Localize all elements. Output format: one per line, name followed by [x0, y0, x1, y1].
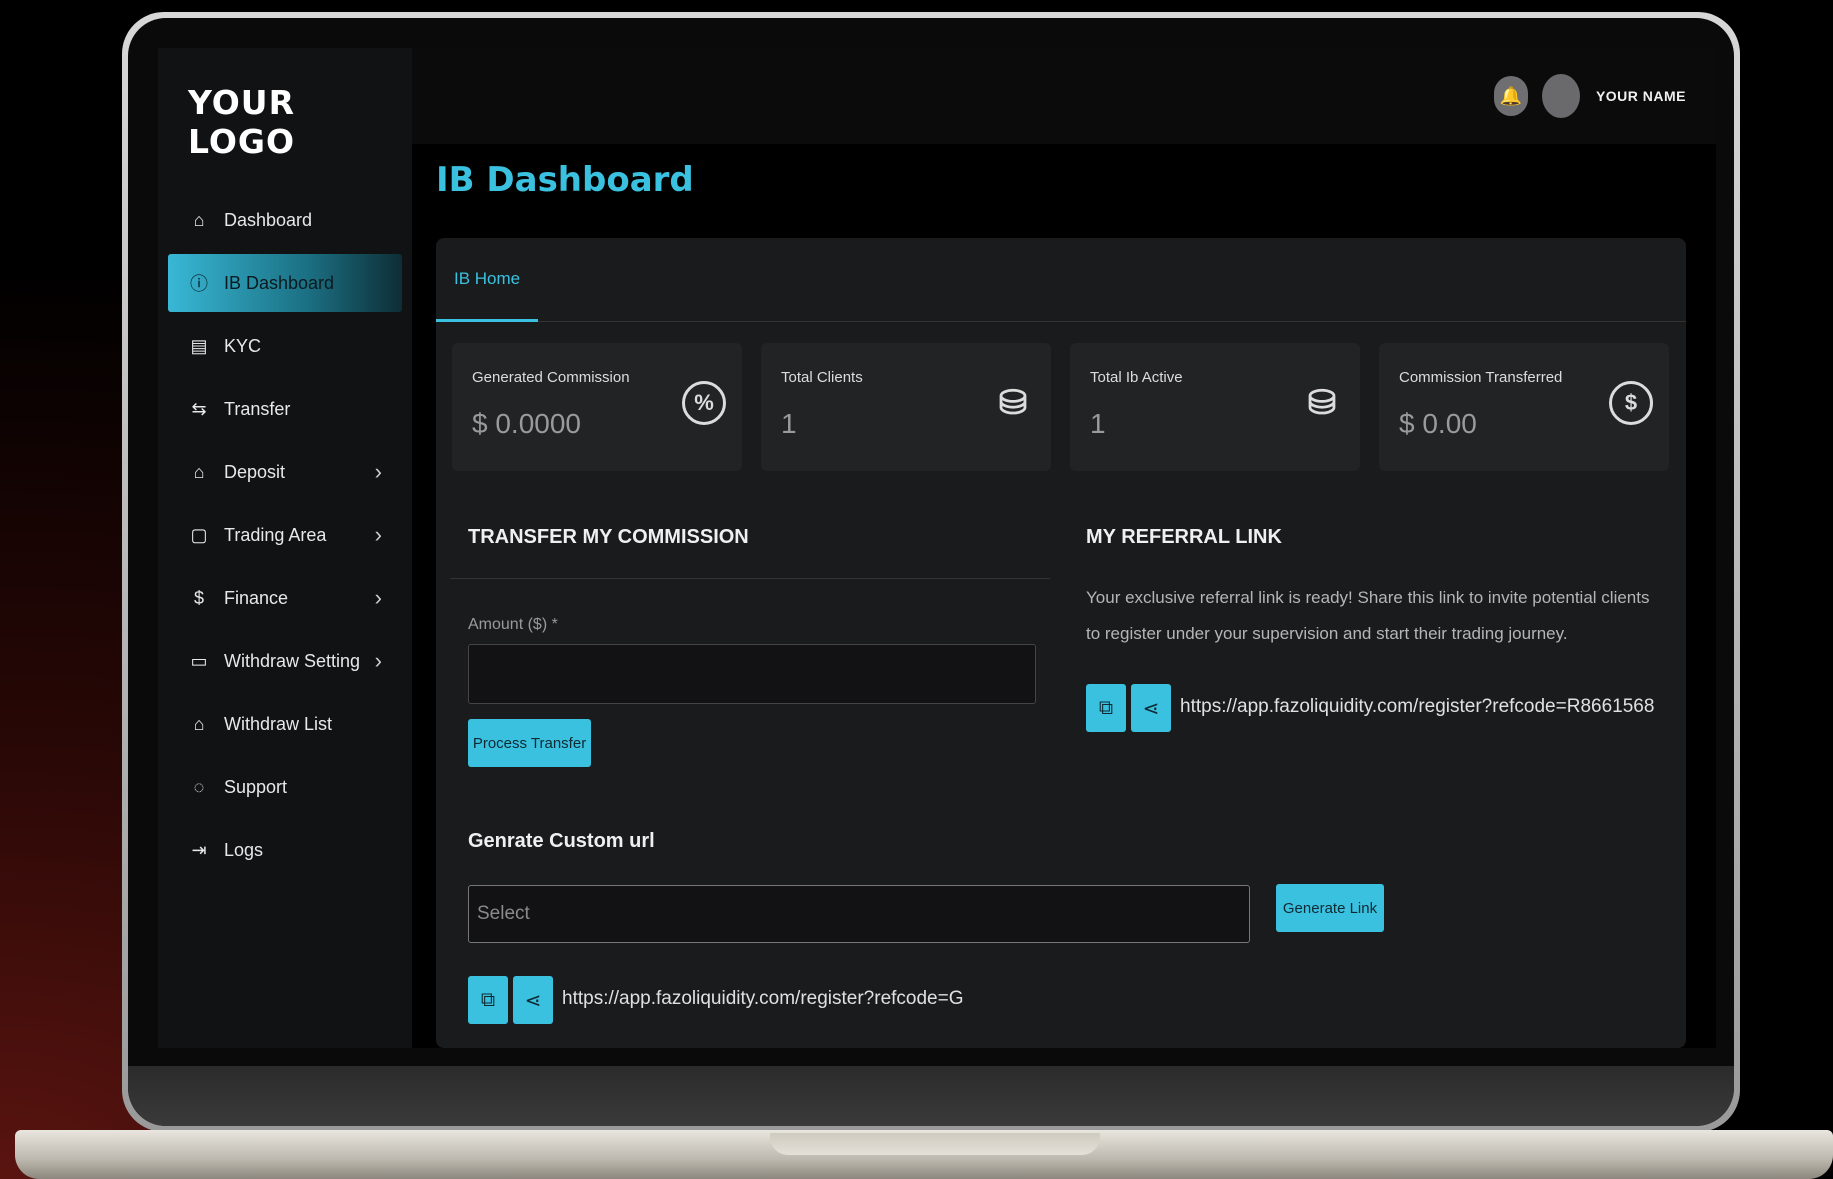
stat-label: Total Clients [781, 369, 863, 386]
sidebar-item-withdraw-list[interactable]: ⌂ Withdraw List [168, 695, 402, 753]
bank-icon: ⌂ [193, 461, 205, 482]
stat-card-total-clients: Total Clients 1 ⛁ [761, 343, 1051, 471]
chevron-right-icon: › [374, 459, 382, 484]
dollar-icon: $ [193, 587, 204, 608]
transfer-icon: ⇆ [191, 398, 207, 419]
app-logo: YOUR LOGO [188, 83, 296, 161]
sidebar-item-deposit[interactable]: ⌂ Deposit › [168, 443, 402, 501]
copy-icon[interactable]: ⧉ [468, 976, 508, 1024]
sidebar: YOUR LOGO ⌂ Dashboard ⓘ IB Dashboard ▤ K… [158, 48, 412, 1048]
sidebar-item-label: Deposit [224, 461, 286, 482]
sidebar-item-support[interactable]: ◌ Support [168, 758, 402, 816]
sidebar-item-label: Support [224, 776, 288, 797]
ib-home-card: IB Home Generated Commission $ 0.0000 % … [436, 238, 1686, 1048]
hand-money-icon: ⛁ [998, 384, 1028, 422]
home-icon: ⌂ [193, 209, 205, 230]
amount-input[interactable] [468, 644, 1036, 704]
stat-card-total-ib-active: Total Ib Active 1 ⛁ [1070, 343, 1360, 471]
sidebar-item-label: Finance [224, 587, 289, 608]
amount-label: Amount ($) * [468, 616, 558, 633]
generate-link-button[interactable]: Generate Link [1276, 884, 1384, 932]
chevron-right-icon: › [374, 585, 382, 610]
tab-bar: IB Home [436, 238, 1686, 322]
main-content: 🔔 YOUR NAME IB Dashboard IB Home Generat… [412, 48, 1716, 1048]
chat-icon: ◌ [193, 776, 205, 797]
laptop-frame: YOUR LOGO ⌂ Dashboard ⓘ IB Dashboard ▤ K… [122, 12, 1740, 1132]
stat-label: Total Ib Active [1090, 369, 1183, 386]
sidebar-item-trading-area[interactable]: ▢ Trading Area › [168, 506, 402, 564]
share-icon[interactable]: ⋖ [513, 976, 553, 1024]
sidebar-item-dashboard[interactable]: ⌂ Dashboard [168, 191, 402, 249]
note-icon: ▢ [190, 524, 208, 545]
share-icon[interactable]: ⋖ [1131, 684, 1171, 732]
sidebar-item-label: Withdraw Setting [224, 650, 361, 671]
info-icon: ⓘ [190, 274, 208, 294]
custom-url-select[interactable]: Select [468, 885, 1250, 943]
sidebar-item-finance[interactable]: $ Finance › [168, 569, 402, 627]
tab-ib-home[interactable]: IB Home [436, 238, 539, 322]
refresh-dollar-icon: $ [1609, 381, 1653, 425]
top-bar: 🔔 YOUR NAME [412, 48, 1716, 144]
sidebar-item-withdraw-setting[interactable]: ▭ Withdraw Setting › [168, 632, 402, 690]
chevron-right-icon: › [374, 648, 382, 673]
stat-card-commission-transferred: Commission Transferred $ 0.00 $ [1379, 343, 1669, 471]
percent-icon: % [682, 381, 726, 425]
custom-url-title: Genrate Custom url [468, 830, 655, 852]
copy-icon[interactable]: ⧉ [1086, 684, 1126, 732]
sidebar-item-label: Trading Area [224, 524, 327, 545]
sidebar-item-label: KYC [224, 335, 262, 356]
calendar-icon: ▭ [190, 650, 208, 671]
laptop-notch [770, 1133, 1100, 1155]
laptop-chin [128, 1066, 1734, 1126]
referral-link[interactable]: https://app.fazoliquidity.com/register?r… [1180, 696, 1654, 718]
custom-referral-link[interactable]: https://app.fazoliquidity.com/register?r… [562, 988, 964, 1010]
section-divider [450, 578, 1050, 579]
app-screen: YOUR LOGO ⌂ Dashboard ⓘ IB Dashboard ▤ K… [158, 48, 1716, 1048]
hand-money-icon: ⛁ [1307, 384, 1337, 422]
stat-label: Generated Commission [472, 369, 630, 386]
sidebar-item-label: Logs [224, 839, 264, 860]
page-title: IB Dashboard [436, 160, 694, 200]
sidebar-item-logs[interactable]: ⇥ Logs [168, 821, 402, 879]
login-icon: ⇥ [191, 839, 207, 860]
sidebar-item-label: Transfer [224, 398, 291, 419]
sidebar-item-label: IB Dashboard [224, 272, 335, 293]
sidebar-item-label: Dashboard [224, 209, 313, 230]
stat-card-generated-commission: Generated Commission $ 0.0000 % [452, 343, 742, 471]
referral-description: Your exclusive referral link is ready! S… [1086, 588, 1650, 643]
chevron-right-icon: › [374, 522, 382, 547]
process-transfer-button[interactable]: Process Transfer [468, 719, 591, 767]
document-icon: ▤ [190, 335, 208, 356]
referral-link-title: MY REFERRAL LINK [1086, 526, 1282, 548]
sidebar-item-label: Withdraw List [224, 713, 333, 734]
username[interactable]: YOUR NAME [1596, 88, 1686, 104]
transfer-commission-title: TRANSFER MY COMMISSION [468, 526, 749, 548]
sidebar-item-kyc[interactable]: ▤ KYC [168, 317, 402, 375]
avatar[interactable] [1541, 74, 1580, 118]
bank-icon: ⌂ [193, 713, 205, 734]
bell-icon[interactable]: 🔔 [1493, 76, 1528, 116]
sidebar-item-ib-dashboard[interactable]: ⓘ IB Dashboard [168, 254, 402, 312]
laptop-bezel: YOUR LOGO ⌂ Dashboard ⓘ IB Dashboard ▤ K… [128, 18, 1734, 1126]
stat-label: Commission Transferred [1399, 369, 1563, 386]
sidebar-item-transfer[interactable]: ⇆ Transfer [168, 380, 402, 438]
